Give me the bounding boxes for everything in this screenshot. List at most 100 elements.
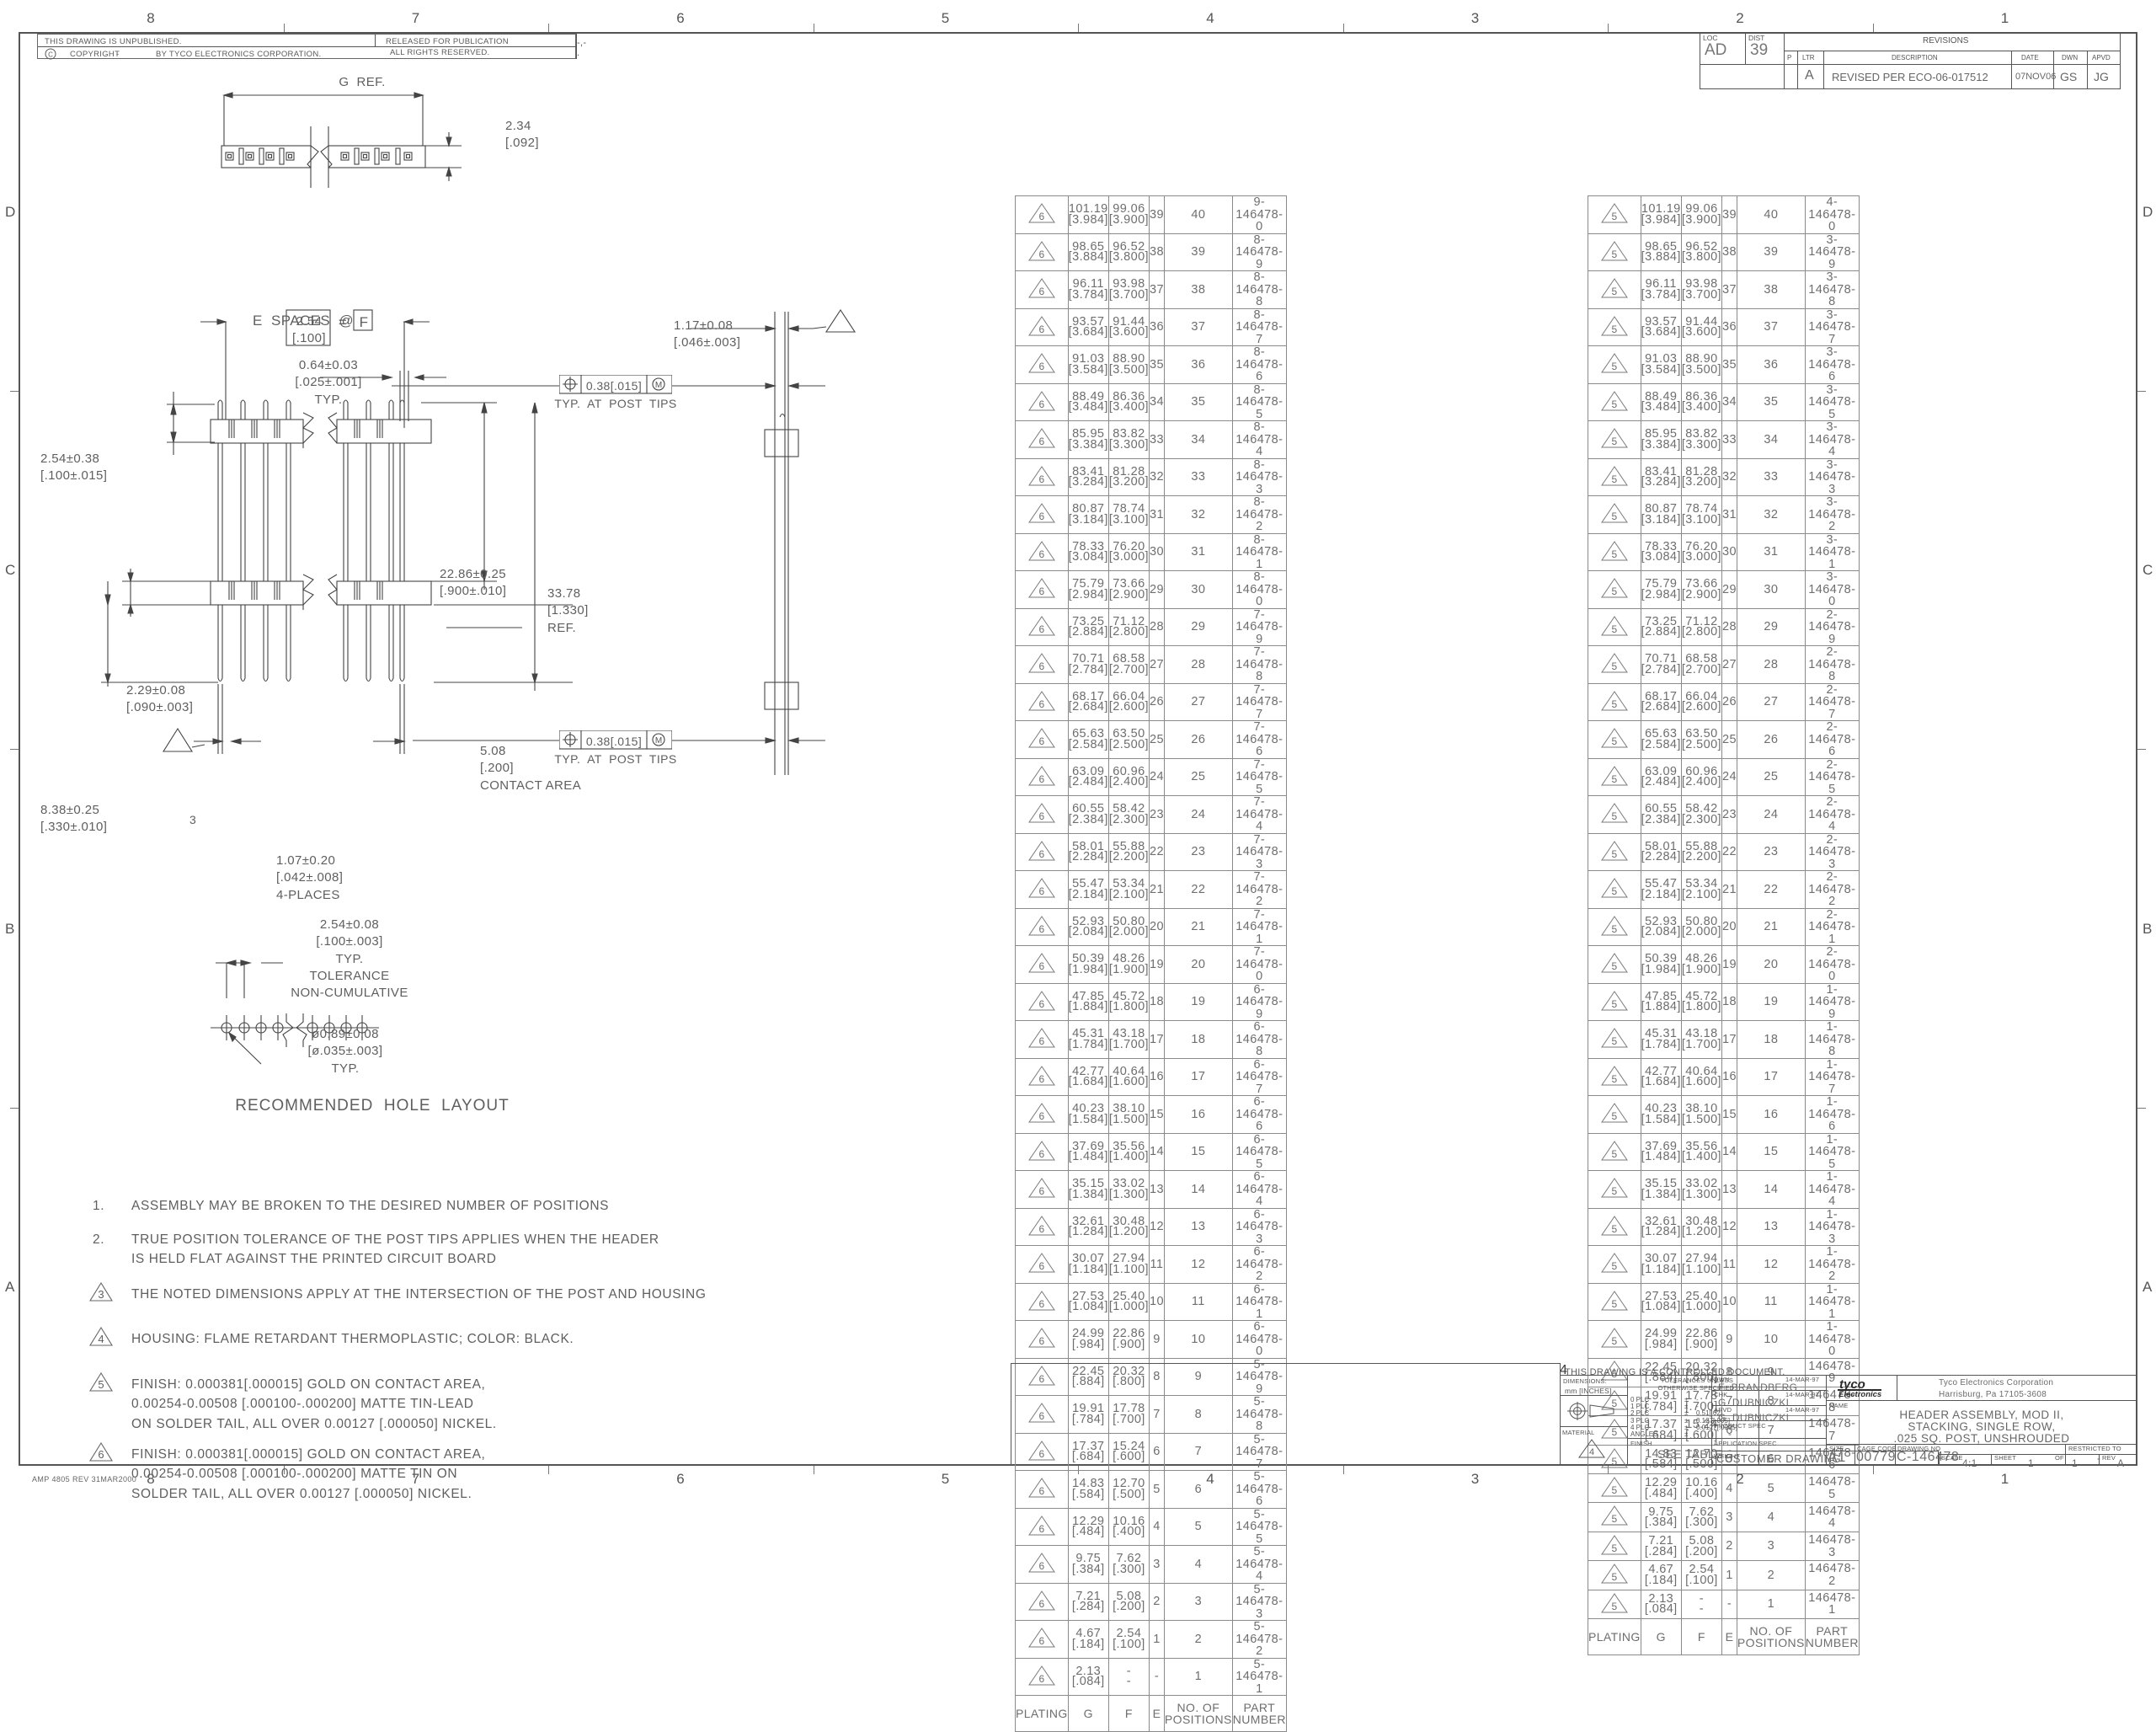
cell-part-number: 5-146478-2 — [1231, 1620, 1287, 1659]
rev-dist-value: 39 — [1750, 41, 1769, 59]
cell-g-in: [2.884] — [1641, 625, 1681, 639]
cell-f-in: [3.500] — [1108, 362, 1149, 377]
cell-part-number: 8-146478-3 — [1231, 457, 1287, 496]
cell-f-in: [3.900] — [1681, 212, 1721, 227]
svg-text:5: 5 — [1611, 473, 1617, 485]
svg-text:6: 6 — [1038, 698, 1044, 710]
cell-e: 39 — [1148, 195, 1165, 234]
cell-f-in: [1.900] — [1108, 962, 1149, 976]
customer-drawing-label: CUSTOMER DRAWING — [1716, 1452, 1842, 1465]
cell-f: 60.96 [2.400] — [1107, 757, 1150, 796]
cell-positions: 29 — [1163, 607, 1233, 646]
cell-f-in: [1.400] — [1108, 1150, 1149, 1164]
cell-g: 52.93 [2.084] — [1067, 907, 1109, 946]
table-row: 5 88.49 [3.484] 86.36 [3.400] 34 35 3-1464… — [1588, 382, 1860, 421]
svg-text:5: 5 — [1611, 1335, 1617, 1347]
cell-positions: 1 — [1736, 1589, 1806, 1620]
svg-text:6: 6 — [1038, 1148, 1044, 1160]
cell-g: 96.11 [3.784] — [1640, 270, 1682, 309]
table-row: 5 32.61 [1.284] 30.48 [1.200] 12 13 1-1464… — [1588, 1207, 1860, 1246]
plating-note-triangle-icon: 5 — [1600, 952, 1629, 974]
cell-positions: 28 — [1163, 645, 1233, 684]
cell-f: 99.06 [3.900] — [1107, 195, 1150, 234]
note-triangle-icon-3: 3 — [89, 1281, 113, 1302]
rev-row-date: 07NOV06 — [2015, 72, 2057, 82]
cell-positions: 36 — [1736, 345, 1806, 384]
cell-plating: 6 — [1015, 645, 1069, 684]
cell-positions: 2 — [1736, 1560, 1806, 1590]
rev-row-apvd: JG — [2094, 70, 2109, 83]
cell-f-in: [1.300] — [1108, 1187, 1149, 1201]
cell-part-number: 8-146478-6 — [1231, 345, 1287, 384]
cell-e: 3 — [1148, 1545, 1165, 1584]
overall-height-dim: 22.86±0.25 [.900±.010] — [440, 567, 507, 599]
cell-e: - — [1148, 1657, 1165, 1696]
gdt-bottom-note: TYP. AT POST TIPS — [554, 752, 677, 766]
svg-text:6: 6 — [1038, 1410, 1044, 1422]
cell-positions: 13 — [1736, 1207, 1806, 1246]
cell-part-number: 1-146478-7 — [1804, 1057, 1860, 1096]
cell-g-in: [1.184] — [1641, 1262, 1681, 1276]
table-row: 6 52.93 [2.084] 50.80 [2.000] 20 21 7-1464… — [1015, 907, 1287, 946]
cell-part-number: 5-146478-1 — [1231, 1657, 1287, 1696]
cell-plating: 6 — [1015, 1545, 1069, 1584]
cell-f: 88.90 [3.500] — [1107, 345, 1150, 384]
cell-f-in: [2.500] — [1681, 737, 1721, 751]
cell-g-in: [1.284] — [1641, 1225, 1681, 1239]
zone-label-right-D: D — [2143, 203, 2153, 220]
plating-note-triangle-icon: 6 — [1027, 727, 1056, 749]
cell-g: 63.09 [2.484] — [1067, 757, 1109, 796]
cell-f: 38.10 [1.500] — [1680, 1095, 1722, 1134]
cell-plating: 6 — [1015, 1507, 1069, 1546]
cell-plating: 6 — [1015, 832, 1069, 871]
plating-note-triangle-icon: 5 — [1600, 277, 1629, 299]
cell-f: 96.52 [3.800] — [1680, 233, 1722, 271]
post-width-dim: 0.64±0.03 [.025±.001] TYP. — [295, 358, 362, 407]
plating-note-triangle-icon: 6 — [1027, 990, 1056, 1012]
plating-note-triangle-icon: 6 — [1027, 465, 1056, 487]
cell-g: 58.01 [2.284] — [1640, 832, 1682, 871]
svg-text:5: 5 — [1611, 1148, 1617, 1160]
rev-row-dwn: GS — [2060, 70, 2078, 83]
cell-e: 36 — [1721, 307, 1737, 346]
cell-positions: 38 — [1736, 270, 1806, 309]
cell-positions: 2 — [1163, 1620, 1233, 1659]
cell-plating: 6 — [1015, 1432, 1069, 1471]
svg-text:6: 6 — [1038, 773, 1044, 785]
cell-g: 35.15 [1.384] — [1067, 1170, 1109, 1209]
table-row: 6 98.65 [3.884] 96.52 [3.800] 38 39 8-1464… — [1015, 233, 1287, 271]
cell-g: 85.95 [3.384] — [1640, 420, 1682, 459]
cell-e: 15 — [1721, 1095, 1737, 1134]
rev-col-p: P — [1787, 54, 1792, 61]
plating-note-triangle-icon: 5 — [1600, 1065, 1629, 1087]
cell-positions: 35 — [1163, 382, 1233, 421]
cell-f-in: [2.500] — [1108, 737, 1149, 751]
cell-e: 17 — [1721, 1020, 1737, 1059]
cell-f: 93.98 [3.700] — [1680, 270, 1722, 309]
plating-note-triangle-icon: 5 — [1600, 502, 1629, 524]
cell-g: 24.99 [.984] — [1640, 1320, 1682, 1359]
plating-note-triangle-icon: 5 — [1600, 652, 1629, 674]
cell-g-in: [2.484] — [1068, 775, 1108, 789]
application-spec-label: APPLICATION SPEC — [1714, 1440, 1777, 1447]
table-row: 5 91.03 [3.584] 88.90 [3.500] 35 36 3-1464… — [1588, 345, 1860, 384]
cell-plating: 5 — [1588, 1320, 1641, 1359]
cell-plating: 6 — [1015, 1207, 1069, 1246]
cell-f: 99.06 [3.900] — [1680, 195, 1722, 234]
cell-f: 30.48 [1.200] — [1107, 1207, 1150, 1246]
plating-note-triangle-icon: 6 — [1027, 577, 1056, 599]
cell-positions: 18 — [1736, 1020, 1806, 1059]
plating-note-triangle-icon: 6 — [1027, 1215, 1056, 1237]
cell-e: 25 — [1148, 720, 1165, 759]
note-text-6: FINISH: 0.000381[.000015] GOLD ON CONTAC… — [131, 1447, 486, 1501]
cell-g-in: [3.684] — [1068, 325, 1108, 339]
title-block: DIMENSIONS: mm [INCHES] MATERIAL 4 4 TOL… — [1560, 1363, 2137, 1469]
note-text-2: TRUE POSITION TOLERANCE OF THE POST TIPS… — [131, 1232, 659, 1267]
header-part-number: PART NUMBER — [1804, 1618, 1860, 1656]
cell-positions: 20 — [1163, 945, 1233, 984]
table-row: 6 65.63 [2.584] 63.50 [2.500] 25 26 7-1464… — [1015, 720, 1287, 759]
cell-g-in: [.584] — [1071, 1487, 1105, 1501]
cell-g-in: [2.184] — [1068, 887, 1108, 901]
cell-positions: 33 — [1163, 457, 1233, 496]
table-row: 5 96.11 [3.784] 93.98 [3.700] 37 38 3-1464… — [1588, 270, 1860, 309]
